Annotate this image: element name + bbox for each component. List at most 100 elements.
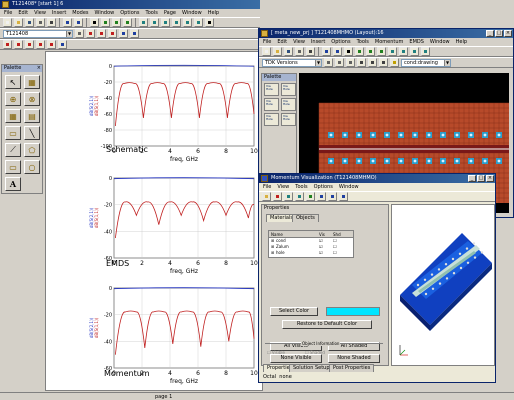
menu-item-file[interactable]: File (263, 39, 271, 45)
momentum-titlebar[interactable]: Momentum Visualization (T121408MHMO) _ □ × (259, 174, 495, 183)
redo-icon[interactable] (333, 47, 342, 56)
vis-checkbox[interactable]: ☑ (319, 250, 333, 256)
layer-combo[interactable]: cond:drawing ▼ (401, 58, 451, 67)
pointer-icon[interactable] (90, 18, 99, 27)
node-icon[interactable] (25, 40, 34, 49)
tab-objects[interactable]: Objects (292, 214, 319, 222)
menu-item-options[interactable]: Options (314, 184, 333, 190)
top-view-icon[interactable] (328, 192, 337, 201)
data-display-canvas[interactable]: 0 -20 -40 -60 -80 -100 0 2 4 6 8 10 freq, GHz dB(S(2,… (45, 51, 263, 391)
port-icon[interactable] (108, 29, 117, 38)
via-hole-button[interactable]: Via Hole (281, 83, 296, 96)
via-hole-button[interactable]: Via Hole (264, 98, 279, 111)
optimize-icon[interactable] (47, 40, 56, 49)
layer-icon[interactable] (368, 58, 377, 67)
new-icon[interactable] (262, 47, 271, 56)
help-icon[interactable] (339, 192, 348, 201)
delete-icon[interactable] (47, 18, 56, 27)
via-hole-button[interactable]: Via Hole (264, 83, 279, 96)
polyline-icon[interactable]: ⟋ (5, 143, 21, 157)
print-icon[interactable] (295, 47, 304, 56)
shd-checkbox[interactable]: ☐ (333, 250, 347, 256)
crosshair-icon[interactable]: ⊕ (5, 92, 21, 106)
menu-item-insert[interactable]: Insert (52, 10, 66, 16)
menu-item-view[interactable]: View (34, 10, 46, 16)
zoom-in-icon[interactable] (388, 47, 397, 56)
maximize-icon[interactable]: □ (477, 175, 485, 182)
minimize-icon[interactable]: _ (486, 30, 494, 37)
3d-view[interactable] (391, 204, 495, 366)
undo-icon[interactable] (63, 18, 72, 27)
bottom-tab-solution-setup[interactable]: Solution Setup (289, 364, 334, 372)
zoom-out-icon[interactable] (161, 18, 170, 27)
menu-item-view[interactable]: View (293, 39, 305, 45)
browse-icon[interactable] (75, 29, 84, 38)
wire-label-icon[interactable] (14, 40, 23, 49)
open-icon[interactable] (262, 192, 271, 201)
menu-item-file[interactable]: File (4, 10, 12, 16)
zoom-fit-icon[interactable] (295, 192, 304, 201)
maximize-icon[interactable]: □ (495, 30, 503, 37)
trace-icon[interactable] (346, 58, 355, 67)
menu-item-window[interactable]: Window (182, 10, 202, 16)
move-icon[interactable] (101, 18, 110, 27)
browse-icon[interactable] (324, 58, 333, 67)
gear-icon[interactable] (58, 40, 67, 49)
rotate-icon[interactable] (112, 18, 121, 27)
camera-icon[interactable] (379, 58, 388, 67)
close-view-icon[interactable] (205, 18, 214, 27)
variable-icon[interactable]: ▭ (5, 126, 21, 140)
component-icon[interactable] (86, 29, 95, 38)
layout-design-combo[interactable]: TDK Versions ▼ (262, 58, 322, 67)
menu-item-tools[interactable]: Tools (146, 10, 158, 16)
zoom-area-icon[interactable] (139, 18, 148, 27)
redo-icon[interactable] (74, 18, 83, 27)
text-icon[interactable]: A (5, 177, 21, 191)
run-icon[interactable] (273, 192, 282, 201)
refresh-icon[interactable] (194, 18, 203, 27)
close-icon[interactable]: × (37, 65, 41, 72)
menu-item-edit[interactable]: Edit (18, 10, 28, 16)
snap-icon[interactable] (335, 58, 344, 67)
menu-item-emds[interactable]: EMDS (409, 39, 424, 45)
via-hole-button[interactable]: Via Hole (264, 113, 279, 126)
undo-icon[interactable] (322, 47, 331, 56)
print-icon[interactable] (36, 18, 45, 27)
menu-item-options[interactable]: Options (120, 10, 139, 16)
target-icon[interactable]: ⊗ (24, 92, 40, 106)
menu-item-modes[interactable]: Modes (72, 10, 88, 16)
design-combo[interactable]: T121408 ▼ (3, 29, 73, 38)
select-arrow-icon[interactable]: ↖ (5, 75, 21, 89)
via-hole-button[interactable]: Via Hole (281, 98, 296, 111)
shaded-checkbox[interactable]: ☐ Shaded (305, 350, 325, 355)
rectangle-icon[interactable]: ▭ (5, 160, 21, 174)
menu-item-tools[interactable]: Tools (295, 184, 307, 190)
table-row[interactable]: ⊞ hole ☑ ☐ (269, 250, 353, 256)
tune-icon[interactable] (36, 40, 45, 49)
save-icon[interactable] (284, 47, 293, 56)
new-icon[interactable] (3, 18, 12, 27)
wire-icon[interactable] (119, 29, 128, 38)
color-swatch[interactable] (326, 307, 380, 316)
menu-item-window[interactable]: Window (95, 10, 115, 16)
array-icon[interactable]: ▦ (5, 109, 21, 123)
grid-icon[interactable]: ▦ (24, 75, 40, 89)
pointer-icon[interactable] (344, 47, 353, 56)
ruler-icon[interactable] (390, 58, 399, 67)
zoom-in-icon[interactable] (150, 18, 159, 27)
view-3d-icon[interactable] (317, 192, 326, 201)
menu-item-momentum[interactable]: Momentum (375, 39, 404, 45)
open-icon[interactable] (273, 47, 282, 56)
bottom-tab-post-properties[interactable]: Post Properties (329, 364, 375, 372)
menu-item-file[interactable]: File (263, 184, 271, 190)
circle-icon[interactable]: ○ (24, 160, 40, 174)
delete-icon[interactable] (306, 47, 315, 56)
menu-item-options[interactable]: Options (331, 39, 350, 45)
zoom-in-icon[interactable] (284, 192, 293, 201)
menu-item-help[interactable]: Help (456, 39, 467, 45)
menu-item-help[interactable]: Help (208, 10, 219, 16)
matrix-icon[interactable]: ▤ (24, 109, 40, 123)
menu-item-page[interactable]: Page (164, 10, 176, 16)
menu-item-tools[interactable]: Tools (357, 39, 369, 45)
mirror-icon[interactable] (377, 47, 386, 56)
